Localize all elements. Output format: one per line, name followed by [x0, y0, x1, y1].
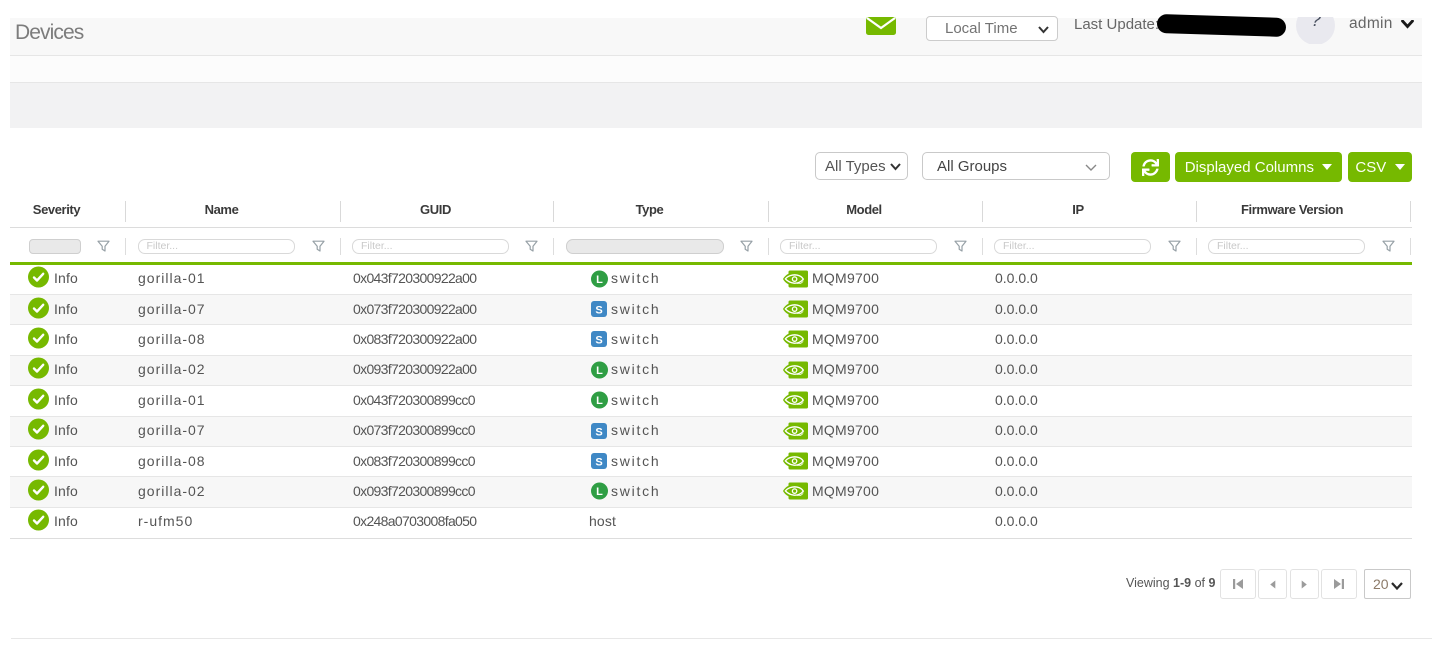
svg-text:S: S — [595, 457, 602, 469]
svg-text:S: S — [595, 335, 602, 347]
svg-text:L: L — [596, 486, 603, 498]
svg-text:S: S — [595, 426, 602, 438]
svg-text:L: L — [596, 395, 603, 407]
svg-text:S: S — [595, 305, 602, 317]
svg-text:L: L — [596, 274, 603, 286]
svg-text:L: L — [596, 365, 603, 377]
